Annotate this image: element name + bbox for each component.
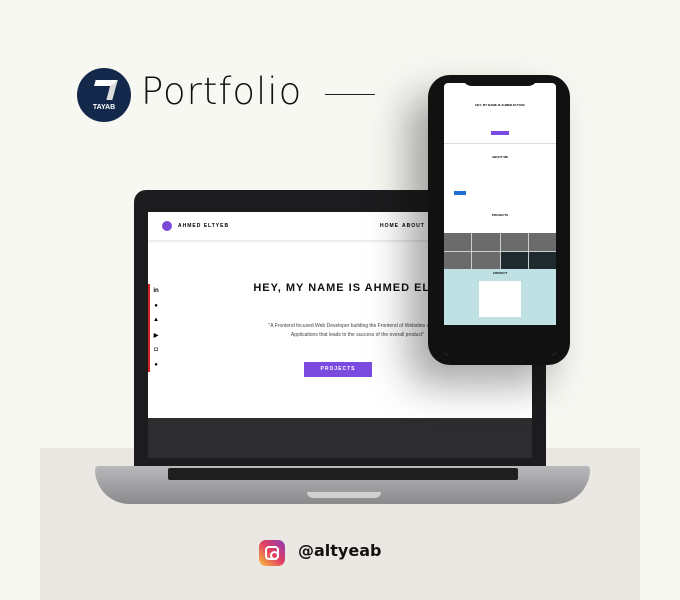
divider [444, 143, 556, 144]
projects-button[interactable]: PROJECTS [304, 362, 372, 377]
instagram-icon[interactable]: ◘ [154, 347, 158, 353]
tayab-logo: TAYAB [77, 68, 131, 122]
contact-form[interactable] [479, 281, 521, 317]
phone-notch [462, 75, 538, 86]
nav-home[interactable]: HOME [380, 223, 399, 229]
phone-screen: HEY, MY NAME IS AHMED ELTYEB ABOUT ME PR… [444, 83, 556, 355]
github-icon[interactable]: ● [154, 303, 158, 309]
avatar [162, 221, 172, 231]
laptop-keyboard [168, 468, 518, 480]
page-title: Portfolio [141, 70, 303, 113]
phone-projects-heading: PROJECTS [491, 213, 509, 217]
phone-resume-button[interactable] [454, 191, 466, 195]
site-brand[interactable]: AHMED ELTYEB [178, 223, 229, 229]
phone-projects-button[interactable] [491, 131, 509, 135]
hero-quote: "A Frontend focused Web Developer buildi… [268, 323, 447, 338]
laptop-bezel-bottom [148, 418, 532, 458]
laptop-notch [307, 492, 381, 498]
phone-hero-title: HEY, MY NAME IS AHMED ELTYEB [475, 103, 525, 107]
phone-footer [444, 325, 556, 355]
project-grid [444, 233, 556, 269]
nav-about[interactable]: ABOUT [402, 223, 425, 229]
phone-contact-heading: CONTACT [492, 271, 508, 275]
instagram-icon [259, 540, 285, 566]
linkedin-icon[interactable]: in [153, 288, 158, 294]
instagram-handle: @altyeab [298, 541, 382, 560]
logo-text: TAYAB [92, 104, 116, 111]
phone-about-heading: ABOUT ME [492, 155, 508, 159]
twitter-icon[interactable]: ▲ [153, 317, 159, 323]
youtube-icon[interactable]: ▶ [154, 332, 159, 339]
social-bar: in ● ▲ ▶ ◘ ● [148, 284, 162, 372]
contact-section: CONTACT [444, 269, 556, 325]
title-divider [325, 94, 375, 95]
facebook-icon[interactable]: ● [154, 362, 158, 368]
